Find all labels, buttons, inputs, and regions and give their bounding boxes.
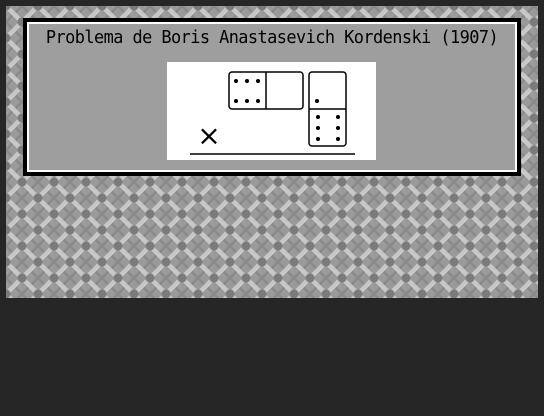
domino-horizontal[interactable] <box>228 71 304 110</box>
problem-panel: Problema de Boris Anastasevich Kordenski… <box>23 18 521 176</box>
domino-puzzle-area: × <box>167 62 376 160</box>
problem-title: Problema de Boris Anastasevich Kordenski… <box>45 27 499 48</box>
domino-vertical-half-1 <box>315 99 319 103</box>
domino-vertical[interactable] <box>308 71 347 147</box>
multiply-symbol: × <box>197 119 220 152</box>
